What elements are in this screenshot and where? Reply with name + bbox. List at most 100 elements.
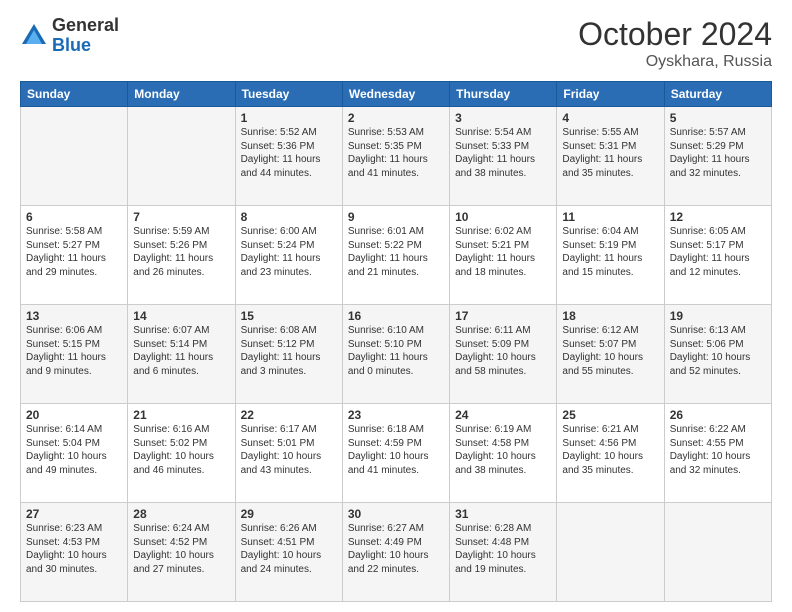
logo-area: General Blue [20, 16, 119, 56]
calendar-cell: 8Sunrise: 6:00 AM Sunset: 5:24 PM Daylig… [235, 206, 342, 305]
day-number: 21 [133, 408, 229, 422]
day-info: Sunrise: 6:22 AM Sunset: 4:55 PM Dayligh… [670, 423, 766, 477]
day-info: Sunrise: 6:28 AM Sunset: 4:48 PM Dayligh… [455, 522, 551, 576]
day-info: Sunrise: 6:11 AM Sunset: 5:09 PM Dayligh… [455, 324, 551, 378]
calendar-cell: 7Sunrise: 5:59 AM Sunset: 5:26 PM Daylig… [128, 206, 235, 305]
week-row-3: 13Sunrise: 6:06 AM Sunset: 5:15 PM Dayli… [21, 305, 772, 404]
calendar-cell: 22Sunrise: 6:17 AM Sunset: 5:01 PM Dayli… [235, 404, 342, 503]
calendar-cell [21, 107, 128, 206]
day-number: 24 [455, 408, 551, 422]
day-of-week-wednesday: Wednesday [342, 82, 449, 107]
day-info: Sunrise: 6:14 AM Sunset: 5:04 PM Dayligh… [26, 423, 122, 477]
calendar-cell: 14Sunrise: 6:07 AM Sunset: 5:14 PM Dayli… [128, 305, 235, 404]
day-of-week-friday: Friday [557, 82, 664, 107]
day-info: Sunrise: 6:00 AM Sunset: 5:24 PM Dayligh… [241, 225, 337, 279]
logo-icon [20, 22, 48, 50]
day-number: 23 [348, 408, 444, 422]
day-info: Sunrise: 6:27 AM Sunset: 4:49 PM Dayligh… [348, 522, 444, 576]
day-number: 5 [670, 111, 766, 125]
day-number: 29 [241, 507, 337, 521]
calendar-cell [557, 503, 664, 602]
day-info: Sunrise: 6:19 AM Sunset: 4:58 PM Dayligh… [455, 423, 551, 477]
location: Oyskhara, Russia [578, 53, 772, 71]
day-number: 15 [241, 309, 337, 323]
week-row-5: 27Sunrise: 6:23 AM Sunset: 4:53 PM Dayli… [21, 503, 772, 602]
day-number: 19 [670, 309, 766, 323]
day-number: 8 [241, 210, 337, 224]
month-title: October 2024 [578, 16, 772, 53]
day-number: 18 [562, 309, 658, 323]
day-number: 31 [455, 507, 551, 521]
calendar-cell: 29Sunrise: 6:26 AM Sunset: 4:51 PM Dayli… [235, 503, 342, 602]
day-number: 25 [562, 408, 658, 422]
day-info: Sunrise: 6:13 AM Sunset: 5:06 PM Dayligh… [670, 324, 766, 378]
day-number: 7 [133, 210, 229, 224]
day-number: 9 [348, 210, 444, 224]
day-number: 2 [348, 111, 444, 125]
day-number: 12 [670, 210, 766, 224]
calendar-cell: 2Sunrise: 5:53 AM Sunset: 5:35 PM Daylig… [342, 107, 449, 206]
day-info: Sunrise: 5:57 AM Sunset: 5:29 PM Dayligh… [670, 126, 766, 180]
day-info: Sunrise: 6:04 AM Sunset: 5:19 PM Dayligh… [562, 225, 658, 279]
day-info: Sunrise: 6:06 AM Sunset: 5:15 PM Dayligh… [26, 324, 122, 378]
day-info: Sunrise: 5:52 AM Sunset: 5:36 PM Dayligh… [241, 126, 337, 180]
header-row: SundayMondayTuesdayWednesdayThursdayFrid… [21, 82, 772, 107]
day-info: Sunrise: 6:18 AM Sunset: 4:59 PM Dayligh… [348, 423, 444, 477]
day-info: Sunrise: 6:24 AM Sunset: 4:52 PM Dayligh… [133, 522, 229, 576]
day-number: 22 [241, 408, 337, 422]
day-number: 1 [241, 111, 337, 125]
day-number: 14 [133, 309, 229, 323]
day-info: Sunrise: 5:54 AM Sunset: 5:33 PM Dayligh… [455, 126, 551, 180]
day-info: Sunrise: 6:08 AM Sunset: 5:12 PM Dayligh… [241, 324, 337, 378]
day-info: Sunrise: 6:16 AM Sunset: 5:02 PM Dayligh… [133, 423, 229, 477]
day-number: 17 [455, 309, 551, 323]
day-info: Sunrise: 6:01 AM Sunset: 5:22 PM Dayligh… [348, 225, 444, 279]
calendar-cell: 12Sunrise: 6:05 AM Sunset: 5:17 PM Dayli… [664, 206, 771, 305]
calendar-cell: 23Sunrise: 6:18 AM Sunset: 4:59 PM Dayli… [342, 404, 449, 503]
day-of-week-monday: Monday [128, 82, 235, 107]
calendar-cell: 1Sunrise: 5:52 AM Sunset: 5:36 PM Daylig… [235, 107, 342, 206]
week-row-1: 1Sunrise: 5:52 AM Sunset: 5:36 PM Daylig… [21, 107, 772, 206]
calendar-cell: 16Sunrise: 6:10 AM Sunset: 5:10 PM Dayli… [342, 305, 449, 404]
calendar-cell: 24Sunrise: 6:19 AM Sunset: 4:58 PM Dayli… [450, 404, 557, 503]
day-number: 20 [26, 408, 122, 422]
day-number: 13 [26, 309, 122, 323]
calendar-cell: 31Sunrise: 6:28 AM Sunset: 4:48 PM Dayli… [450, 503, 557, 602]
day-of-week-saturday: Saturday [664, 82, 771, 107]
calendar-cell: 25Sunrise: 6:21 AM Sunset: 4:56 PM Dayli… [557, 404, 664, 503]
day-number: 4 [562, 111, 658, 125]
day-info: Sunrise: 5:58 AM Sunset: 5:27 PM Dayligh… [26, 225, 122, 279]
day-info: Sunrise: 5:53 AM Sunset: 5:35 PM Dayligh… [348, 126, 444, 180]
day-number: 11 [562, 210, 658, 224]
week-row-2: 6Sunrise: 5:58 AM Sunset: 5:27 PM Daylig… [21, 206, 772, 305]
calendar: SundayMondayTuesdayWednesdayThursdayFrid… [20, 81, 772, 602]
calendar-cell: 6Sunrise: 5:58 AM Sunset: 5:27 PM Daylig… [21, 206, 128, 305]
day-of-week-sunday: Sunday [21, 82, 128, 107]
day-info: Sunrise: 6:10 AM Sunset: 5:10 PM Dayligh… [348, 324, 444, 378]
day-info: Sunrise: 6:21 AM Sunset: 4:56 PM Dayligh… [562, 423, 658, 477]
day-info: Sunrise: 6:05 AM Sunset: 5:17 PM Dayligh… [670, 225, 766, 279]
day-number: 26 [670, 408, 766, 422]
calendar-cell: 18Sunrise: 6:12 AM Sunset: 5:07 PM Dayli… [557, 305, 664, 404]
day-number: 16 [348, 309, 444, 323]
calendar-cell: 26Sunrise: 6:22 AM Sunset: 4:55 PM Dayli… [664, 404, 771, 503]
day-info: Sunrise: 6:02 AM Sunset: 5:21 PM Dayligh… [455, 225, 551, 279]
day-number: 6 [26, 210, 122, 224]
calendar-cell: 11Sunrise: 6:04 AM Sunset: 5:19 PM Dayli… [557, 206, 664, 305]
day-info: Sunrise: 6:17 AM Sunset: 5:01 PM Dayligh… [241, 423, 337, 477]
logo-blue: Blue [52, 36, 119, 56]
calendar-cell: 13Sunrise: 6:06 AM Sunset: 5:15 PM Dayli… [21, 305, 128, 404]
day-info: Sunrise: 6:26 AM Sunset: 4:51 PM Dayligh… [241, 522, 337, 576]
day-number: 10 [455, 210, 551, 224]
day-number: 28 [133, 507, 229, 521]
calendar-cell: 27Sunrise: 6:23 AM Sunset: 4:53 PM Dayli… [21, 503, 128, 602]
calendar-cell: 9Sunrise: 6:01 AM Sunset: 5:22 PM Daylig… [342, 206, 449, 305]
calendar-cell: 20Sunrise: 6:14 AM Sunset: 5:04 PM Dayli… [21, 404, 128, 503]
logo-general: General [52, 16, 119, 36]
day-number: 30 [348, 507, 444, 521]
calendar-header: SundayMondayTuesdayWednesdayThursdayFrid… [21, 82, 772, 107]
calendar-cell: 5Sunrise: 5:57 AM Sunset: 5:29 PM Daylig… [664, 107, 771, 206]
calendar-cell: 4Sunrise: 5:55 AM Sunset: 5:31 PM Daylig… [557, 107, 664, 206]
week-row-4: 20Sunrise: 6:14 AM Sunset: 5:04 PM Dayli… [21, 404, 772, 503]
calendar-cell [128, 107, 235, 206]
